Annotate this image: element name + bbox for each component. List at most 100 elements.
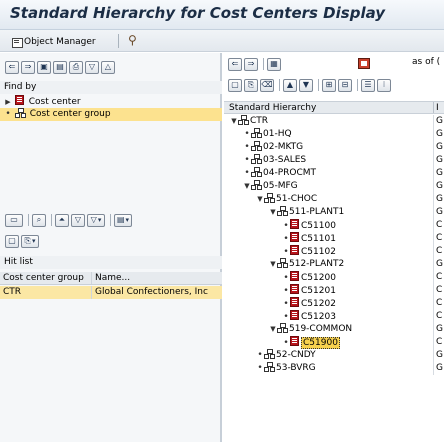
tree-node-label-cell[interactable]: • C51101 bbox=[224, 232, 434, 245]
tree-node[interactable]: • C51101 C bbox=[224, 232, 444, 245]
export-dropdown-icon[interactable]: ⎘ bbox=[21, 234, 39, 248]
collapse-arrow-icon[interactable]: ▼ bbox=[256, 193, 264, 206]
more-icon[interactable]: ⁝ bbox=[377, 78, 391, 92]
object-manager-icon bbox=[12, 37, 23, 48]
tree-node-label-cell[interactable]: • 53-BVRG bbox=[224, 362, 434, 375]
tree-node-label-cell[interactable]: • 02-MKTG bbox=[224, 141, 434, 154]
column-header-name[interactable]: Name... bbox=[92, 272, 222, 284]
tree-node-label-cell[interactable]: • C51200 bbox=[224, 271, 434, 284]
filter-icon[interactable]: ▽ bbox=[71, 213, 85, 227]
copy-icon[interactable]: ⎘ bbox=[244, 78, 258, 92]
display-icon[interactable]: ▦ bbox=[267, 57, 281, 71]
tree-node[interactable]: ▼ 05-MFG G bbox=[224, 180, 444, 193]
layout-dropdown-icon[interactable]: ▤ bbox=[114, 213, 132, 227]
cell-name[interactable]: Global Confectioners, Inc bbox=[92, 286, 222, 299]
tree-node[interactable]: • 04-PROCMT G bbox=[224, 167, 444, 180]
table-row[interactable]: CTR Global Confectioners, Inc bbox=[0, 286, 222, 299]
tree-node-text: 05-MFG bbox=[263, 181, 298, 191]
tree-node[interactable]: • 02-MKTG G bbox=[224, 141, 444, 154]
tree-node[interactable]: ▼ 511-PLANT1 G bbox=[224, 206, 444, 219]
tree-node[interactable]: • C51203 C bbox=[224, 310, 444, 323]
tree-node-label-cell[interactable]: ▼ 51-CHOC bbox=[224, 193, 434, 206]
object-manager-label: Object Manager bbox=[24, 36, 96, 47]
collapse-arrow-icon[interactable]: ▼ bbox=[230, 115, 238, 128]
cost-center-icon bbox=[290, 219, 299, 229]
tree-node-label-cell[interactable]: • C51202 bbox=[224, 297, 434, 310]
tree-node[interactable]: • 01-HQ G bbox=[224, 128, 444, 141]
move-down-icon[interactable]: ▼ bbox=[299, 78, 313, 92]
filter-icon[interactable]: ▽ bbox=[85, 60, 99, 74]
filter-dropdown-icon[interactable]: ▽ bbox=[87, 213, 105, 227]
new-document-icon[interactable]: ▢ bbox=[228, 78, 242, 92]
hierarchy-toolbar-2: ▢ ⎘ ⌫ ▲ ▼ ⊞ ⊟ ☰ ⁝ bbox=[228, 76, 393, 94]
bullet-icon: • bbox=[283, 338, 289, 348]
cost-center-icon bbox=[290, 284, 299, 294]
tree-node-label-cell[interactable]: • C51900 bbox=[224, 336, 434, 349]
tree-node-text: C51203 bbox=[301, 312, 336, 322]
sort-ascending-icon[interactable]: ⏶ bbox=[55, 213, 69, 227]
move-up-icon[interactable]: ▲ bbox=[283, 78, 297, 92]
wand-icon[interactable]: ⚲ bbox=[128, 34, 137, 47]
tree-node[interactable]: • C51900 C bbox=[224, 336, 444, 349]
find-by-cost-center[interactable]: ▶ Cost center bbox=[0, 95, 222, 108]
triangle-up-icon[interactable]: △ bbox=[101, 60, 115, 74]
tree-node[interactable]: • C51202 C bbox=[224, 297, 444, 310]
search-icon[interactable]: ⌕ bbox=[32, 213, 46, 227]
column-header-hierarchy[interactable]: Standard Hierarchy bbox=[224, 102, 434, 113]
as-of-value[interactable]: ( bbox=[437, 57, 441, 67]
details-icon[interactable]: ▤ bbox=[53, 60, 67, 74]
document-icon[interactable]: ▢ bbox=[5, 234, 19, 248]
print-icon[interactable]: ⎙ bbox=[69, 60, 83, 74]
tree-node-label-cell[interactable]: ▼ CTR bbox=[224, 115, 434, 128]
collapse-arrow-icon[interactable]: ▼ bbox=[269, 323, 277, 336]
tree-node[interactable]: • C51102 C bbox=[224, 245, 444, 258]
expand-subtree-icon[interactable]: ⊞ bbox=[322, 78, 336, 92]
tree-node-text: 04-PROCMT bbox=[263, 168, 317, 178]
tree-node-label-cell[interactable]: • 01-HQ bbox=[224, 128, 434, 141]
tree-node-label-cell[interactable]: • 04-PROCMT bbox=[224, 167, 434, 180]
back-arrow-icon[interactable]: ⇐ bbox=[228, 57, 242, 71]
object-manager-button[interactable]: Object Manager bbox=[12, 34, 96, 49]
tree-node[interactable]: ▼ 512-PLANT2 G bbox=[224, 258, 444, 271]
tree-node-label-cell[interactable]: ▼ 512-PLANT2 bbox=[224, 258, 434, 271]
find-by-cost-center-group[interactable]: • Cost center group bbox=[0, 108, 222, 121]
tree-node-text: 01-HQ bbox=[263, 129, 292, 139]
column-header-type[interactable]: I bbox=[434, 102, 444, 113]
tree-node-label-cell[interactable]: • 03-SALES bbox=[224, 154, 434, 167]
collapse-arrow-icon[interactable]: ▼ bbox=[269, 258, 277, 271]
tree-node[interactable]: ▼ 51-CHOC G bbox=[224, 193, 444, 206]
tree-node-label-cell[interactable]: ▼ 05-MFG bbox=[224, 180, 434, 193]
forward-arrow-icon[interactable]: ⇒ bbox=[244, 57, 258, 71]
as-of-field: as of ( bbox=[412, 56, 440, 69]
list-icon[interactable]: ☰ bbox=[361, 78, 375, 92]
tree-node[interactable]: • 53-BVRG G bbox=[224, 362, 444, 375]
forward-arrow-icon[interactable]: ⇒ bbox=[21, 60, 35, 74]
tree-node-label-cell[interactable]: ▼ 511-PLANT1 bbox=[224, 206, 434, 219]
cell-group[interactable]: CTR bbox=[0, 286, 92, 299]
collapse-arrow-icon[interactable]: ▼ bbox=[269, 206, 277, 219]
back-arrow-icon[interactable]: ⇐ bbox=[5, 60, 19, 74]
tree-node-type: G bbox=[436, 155, 443, 165]
tree-node[interactable]: • C51201 C bbox=[224, 284, 444, 297]
tree-node[interactable]: ▼ 519-COMMON G bbox=[224, 323, 444, 336]
tree-node-label-cell[interactable]: • C51102 bbox=[224, 245, 434, 258]
tree-node[interactable]: ▼ CTR G bbox=[224, 115, 444, 128]
display-icon[interactable]: ▣ bbox=[37, 60, 51, 74]
tree-node[interactable]: • 52-CNDY G bbox=[224, 349, 444, 362]
tree-node-label-cell[interactable]: • C51201 bbox=[224, 284, 434, 297]
tree-node-label-cell[interactable]: • C51203 bbox=[224, 310, 434, 323]
tree-node[interactable]: • C51100 C bbox=[224, 219, 444, 232]
collapse-arrow-icon[interactable]: ▼ bbox=[243, 180, 251, 193]
tree-node[interactable]: • 03-SALES G bbox=[224, 154, 444, 167]
collapse-subtree-icon[interactable]: ⊟ bbox=[338, 78, 352, 92]
tree-node-label-cell[interactable]: • C51100 bbox=[224, 219, 434, 232]
column-header-group[interactable]: Cost center group bbox=[0, 272, 92, 284]
bullet-icon: • bbox=[244, 168, 250, 178]
tree-node-label-cell[interactable]: • 52-CNDY bbox=[224, 349, 434, 362]
tree-node-label-cell[interactable]: ▼ 519-COMMON bbox=[224, 323, 434, 336]
delete-icon[interactable]: ⌫ bbox=[260, 78, 274, 92]
tree-node[interactable]: • C51200 C bbox=[224, 271, 444, 284]
hierarchy-icon[interactable] bbox=[358, 58, 370, 72]
bullet-icon: • bbox=[283, 312, 289, 322]
display-icon[interactable]: ▭ bbox=[5, 213, 23, 227]
